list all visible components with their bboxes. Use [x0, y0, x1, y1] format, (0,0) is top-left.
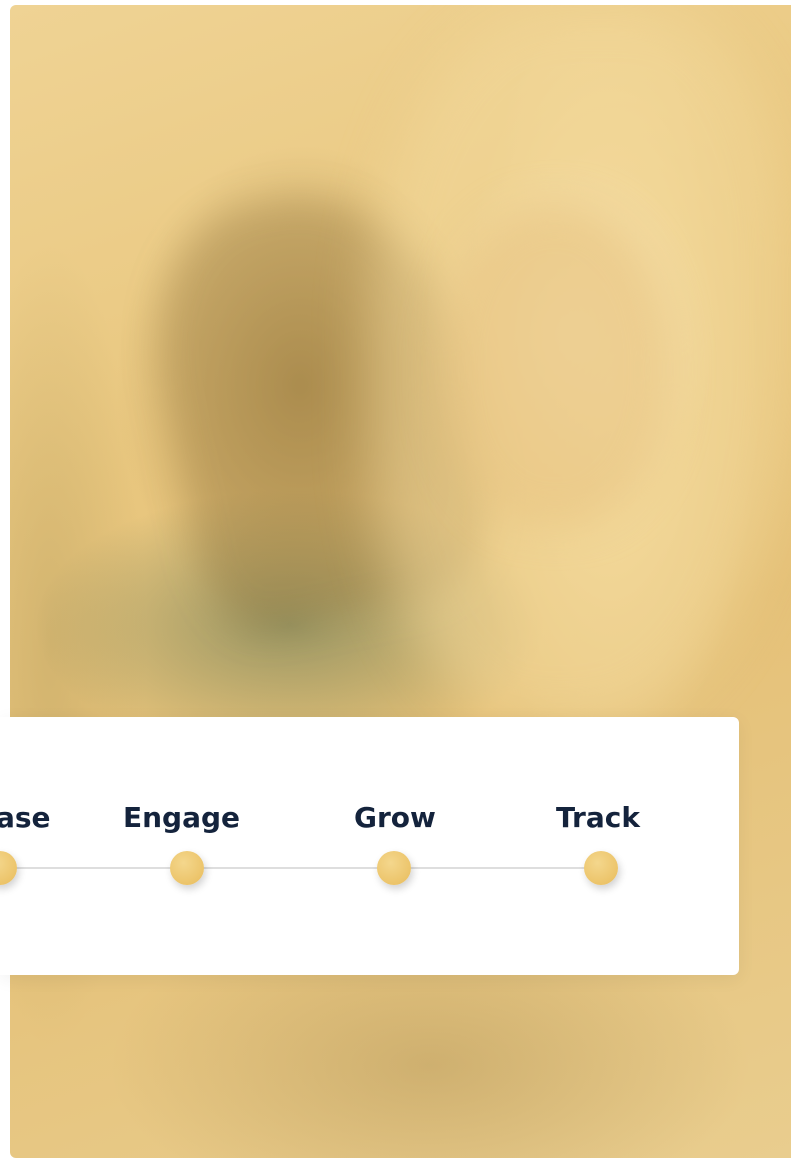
timeline-line [0, 867, 602, 869]
timeline-step-label: ase [0, 801, 51, 834]
hero-photo [10, 5, 791, 1158]
timeline-step-label-track: Track [556, 801, 640, 834]
timeline-step-dot-engage[interactable] [170, 851, 204, 885]
timeline-step-label-engage: Engage [123, 801, 241, 834]
timeline-step-dot-grow[interactable] [377, 851, 411, 885]
timeline-step-label-grow: Grow [354, 801, 436, 834]
timeline-step-dot-track[interactable] [584, 851, 618, 885]
photo-face-highlight [440, 205, 670, 525]
timeline-card: ase Engage Grow Track [0, 717, 739, 975]
timeline-step-dot[interactable] [0, 851, 17, 885]
